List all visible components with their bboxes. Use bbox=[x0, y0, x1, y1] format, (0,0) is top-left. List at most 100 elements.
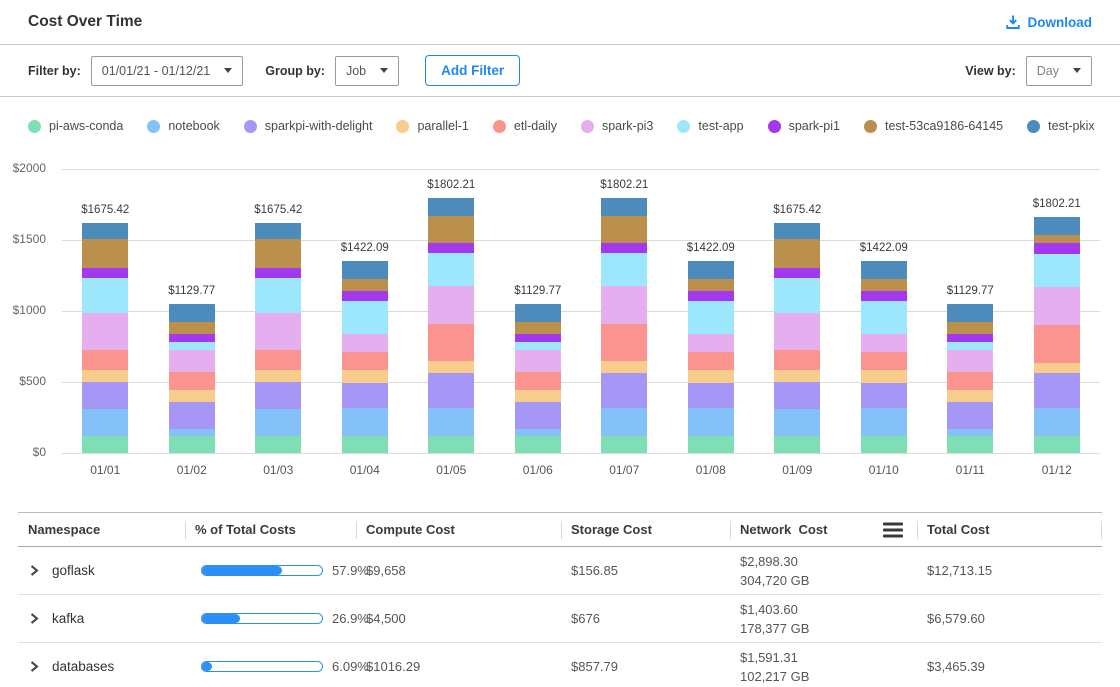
legend-item-pi-aws-conda[interactable]: pi-aws-conda bbox=[28, 119, 123, 133]
chevron-down-icon bbox=[224, 68, 232, 73]
namespace-cell[interactable]: databases bbox=[18, 659, 185, 674]
download-label: Download bbox=[1028, 15, 1093, 30]
legend-item-etl-daily[interactable]: etl-daily bbox=[493, 119, 557, 133]
bar-stack-01/01[interactable] bbox=[82, 223, 128, 453]
bar-segment-spark-pi1 bbox=[515, 334, 561, 342]
legend-item-sparkpi-with-delight[interactable]: sparkpi-with-delight bbox=[244, 119, 373, 133]
bar-stack-01/06[interactable] bbox=[515, 304, 561, 453]
storage-cost-cell: $857.79 bbox=[561, 659, 730, 674]
bar-segment-notebook bbox=[861, 408, 907, 436]
legend-item-spark-pi1[interactable]: spark-pi1 bbox=[768, 119, 840, 133]
percent-progress-bar bbox=[201, 565, 323, 576]
x-axis-tick-label: 01/06 bbox=[523, 463, 553, 477]
legend-item-spark-pi3[interactable]: spark-pi3 bbox=[581, 119, 653, 133]
table-header: Namespace % of Total Costs Compute Cost … bbox=[18, 513, 1102, 547]
bar-stack-01/08[interactable] bbox=[688, 261, 734, 453]
namespace-cell[interactable]: kafka bbox=[18, 611, 185, 626]
bar-segment-parallel-1 bbox=[1034, 363, 1080, 373]
bar-segment-notebook bbox=[601, 408, 647, 436]
namespace-cell[interactable]: goflask bbox=[18, 563, 185, 578]
bar-slot-01/10: $1422.0901/10 bbox=[841, 169, 928, 453]
plot-area: $1675.4201/01$1129.7701/02$1675.4201/03$… bbox=[62, 169, 1100, 453]
bar-stack-01/12[interactable] bbox=[1034, 217, 1080, 453]
bar-stack-01/05[interactable] bbox=[428, 198, 474, 453]
y-axis-tick-label: $2000 bbox=[13, 161, 46, 175]
bar-segment-notebook bbox=[255, 409, 301, 436]
bar-slot-01/12: $1802.2101/12 bbox=[1014, 169, 1101, 453]
bar-stack-01/10[interactable] bbox=[861, 261, 907, 453]
bar-segment-test-53ca9186-64145 bbox=[515, 322, 561, 334]
percent-progress-fill bbox=[202, 566, 282, 575]
total-cost-cell: $6,579.60 bbox=[917, 611, 1102, 626]
bar-segment-sparkpi-with-delight bbox=[1034, 373, 1080, 408]
x-axis-tick-label: 01/01 bbox=[90, 463, 120, 477]
bar-segment-etl-daily bbox=[515, 372, 561, 390]
y-axis-tick-label: $0 bbox=[33, 445, 46, 459]
bar-segment-parallel-1 bbox=[774, 370, 820, 382]
percent-progress-bar bbox=[201, 613, 323, 624]
cost-over-time-chart: $2000$1500$1000$500$0 $1675.4201/01$1129… bbox=[0, 157, 1120, 487]
bar-segment-sparkpi-with-delight bbox=[947, 402, 993, 429]
bar-segment-spark-pi3 bbox=[82, 313, 128, 350]
view-by-label: View by: bbox=[965, 64, 1015, 78]
bar-segment-pi-aws-conda bbox=[169, 436, 215, 453]
network-cost-value: $2,898.30 bbox=[740, 552, 917, 571]
bar-segment-sparkpi-with-delight bbox=[342, 383, 388, 408]
filter-by-label: Filter by: bbox=[28, 64, 81, 78]
column-header-compute-cost: Compute Cost bbox=[356, 513, 561, 546]
legend-item-test-53ca9186-64145[interactable]: test-53ca9186-64145 bbox=[864, 119, 1003, 133]
bar-segment-test-pkix bbox=[774, 223, 820, 239]
table-row-kafka[interactable]: kafka26.9%$4,500$676$1,403.60178,377 GB$… bbox=[18, 595, 1102, 643]
bar-segment-etl-daily bbox=[601, 324, 647, 361]
chevron-right-icon[interactable] bbox=[28, 564, 40, 577]
view-by-select[interactable]: Day bbox=[1026, 56, 1092, 86]
bar-total-label: $1129.77 bbox=[514, 285, 561, 297]
bar-stack-01/02[interactable] bbox=[169, 304, 215, 453]
bar-total-label: $1802.21 bbox=[427, 179, 475, 191]
bar-segment-pi-aws-conda bbox=[342, 436, 388, 453]
network-cost-cell: $2,898.30304,720 GB bbox=[730, 552, 917, 590]
group-by-select[interactable]: Job bbox=[335, 56, 399, 86]
column-menu-icon[interactable] bbox=[883, 522, 903, 537]
date-range-value: 01/01/21 - 01/12/21 bbox=[102, 64, 210, 78]
download-icon bbox=[1005, 14, 1021, 30]
legend-color-dot bbox=[677, 120, 690, 133]
legend-item-parallel-1[interactable]: parallel-1 bbox=[396, 119, 468, 133]
bar-segment-notebook bbox=[342, 408, 388, 436]
chevron-right-icon[interactable] bbox=[28, 660, 40, 673]
chevron-down-icon bbox=[380, 68, 388, 73]
legend-color-dot bbox=[147, 120, 160, 133]
bar-segment-etl-daily bbox=[82, 350, 128, 370]
legend-item-notebook[interactable]: notebook bbox=[147, 119, 219, 133]
bar-segment-parallel-1 bbox=[861, 370, 907, 383]
bar-stack-01/03[interactable] bbox=[255, 223, 301, 453]
percent-of-total-cell: 6.09% bbox=[185, 659, 356, 674]
column-header-total-cost: Total Cost bbox=[917, 513, 1102, 546]
bar-segment-sparkpi-with-delight bbox=[82, 382, 128, 409]
bar-segment-pi-aws-conda bbox=[428, 436, 474, 453]
legend-color-dot bbox=[493, 120, 506, 133]
legend-item-test-pkix[interactable]: test-pkix bbox=[1027, 119, 1095, 133]
table-row-databases[interactable]: databases6.09%$1016.29$857.79$1,591.3110… bbox=[18, 643, 1102, 687]
chevron-right-icon[interactable] bbox=[28, 612, 40, 625]
add-filter-button[interactable]: Add Filter bbox=[425, 55, 520, 86]
bar-segment-spark-pi3 bbox=[947, 350, 993, 372]
x-axis-tick-label: 01/11 bbox=[956, 463, 985, 477]
legend-color-dot bbox=[581, 120, 594, 133]
namespace-name: databases bbox=[52, 659, 114, 674]
x-axis-tick-label: 01/03 bbox=[263, 463, 293, 477]
bar-segment-etl-daily bbox=[688, 352, 734, 370]
bar-stack-01/04[interactable] bbox=[342, 261, 388, 453]
network-cost-value: $1,403.60 bbox=[740, 600, 917, 619]
y-axis-tick-label: $1500 bbox=[13, 232, 46, 246]
download-button[interactable]: Download bbox=[1005, 14, 1093, 30]
legend-item-test-app[interactable]: test-app bbox=[677, 119, 743, 133]
bar-stack-01/11[interactable] bbox=[947, 304, 993, 453]
date-range-select[interactable]: 01/01/21 - 01/12/21 bbox=[91, 56, 243, 86]
bar-stack-01/07[interactable] bbox=[601, 198, 647, 453]
bar-stack-01/09[interactable] bbox=[774, 223, 820, 453]
table-row-goflask[interactable]: goflask57.9%$9,658$156.85$2,898.30304,72… bbox=[18, 547, 1102, 595]
column-header-storage-cost: Storage Cost bbox=[561, 513, 730, 546]
chevron-down-icon bbox=[1073, 68, 1081, 73]
bar-segment-parallel-1 bbox=[255, 370, 301, 382]
